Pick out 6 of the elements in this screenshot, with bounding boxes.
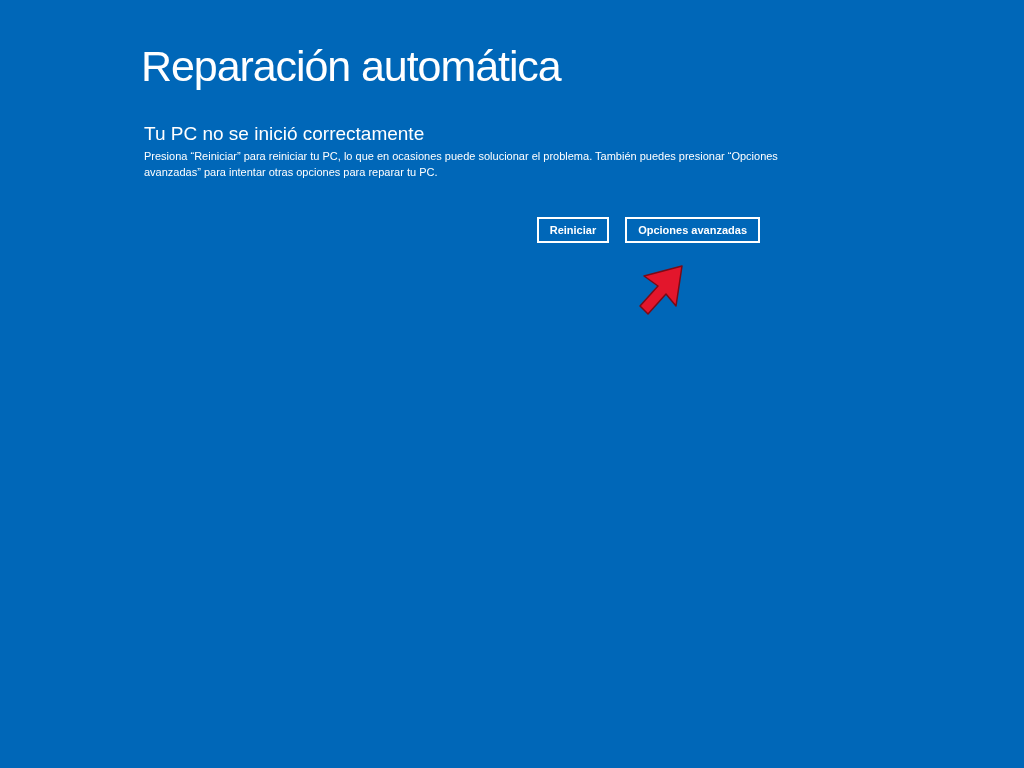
subtitle: Tu PC no se inició correctamente xyxy=(144,122,426,146)
page-title: Reparación automática xyxy=(141,41,563,92)
message-text: Presiona “Reiniciar” para reiniciar tu PC, lo que en ocasiones puede solucionar el problema. También puedes presionar “Opciones avanzadas” para intentar otras opciones para reparar tu PC. xyxy=(144,149,779,180)
arrow-icon xyxy=(636,264,686,318)
action-button[interactable]: Reiniciar xyxy=(536,217,610,243)
action-button[interactable]: Opciones avanzadas xyxy=(625,217,760,243)
